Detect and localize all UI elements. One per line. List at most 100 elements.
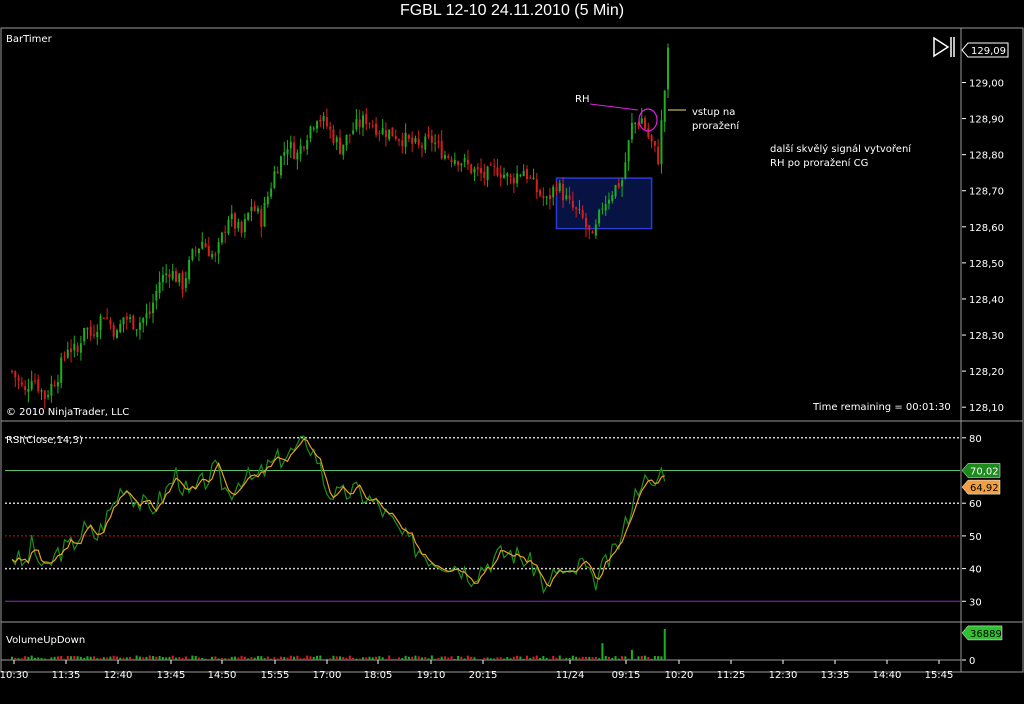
price-candle <box>76 345 79 353</box>
price-candle <box>516 173 519 184</box>
volume-bar <box>335 656 338 660</box>
rsi-axis: 30405060708070,0264,92 <box>961 434 1001 608</box>
volume-bar <box>424 656 427 660</box>
volume-bar <box>460 656 463 660</box>
time-tick-label: 19:10 <box>417 670 446 681</box>
volume-bar <box>575 656 578 660</box>
volume-bar <box>33 657 36 660</box>
volume-bar <box>56 656 59 660</box>
price-candle <box>165 273 168 276</box>
price-candle <box>437 141 440 143</box>
volume-bar <box>516 655 519 660</box>
price-candle <box>148 311 151 315</box>
volume-bar <box>207 658 210 660</box>
price-candle <box>457 161 460 166</box>
skip-end-icon[interactable] <box>933 36 955 58</box>
price-candle <box>434 142 437 144</box>
volume-bar <box>581 656 584 660</box>
volume-bar <box>237 657 240 660</box>
volume-bar <box>43 658 46 660</box>
chart-canvas[interactable]: BarTimer © 2010 NinjaTrader, LLC Time re… <box>0 0 1024 704</box>
price-candle <box>401 140 404 147</box>
volume-bar <box>407 656 410 660</box>
volume-bar <box>447 657 450 660</box>
price-candle <box>424 136 427 150</box>
price-candle <box>460 163 463 166</box>
price-candle <box>152 302 155 314</box>
price-candle <box>611 195 614 201</box>
price-candle <box>650 135 653 142</box>
price-candle <box>302 146 305 149</box>
volume-bar <box>125 657 128 660</box>
price-candle <box>614 185 617 197</box>
rsi-tick-label: 30 <box>969 597 982 608</box>
price-candle <box>204 243 207 248</box>
price-candle <box>499 174 502 178</box>
volume-bar <box>253 657 256 660</box>
price-candle <box>571 200 574 208</box>
volume-bar <box>53 656 56 660</box>
price-candle <box>509 175 512 178</box>
volume-bar <box>499 657 502 660</box>
volume-bar <box>309 656 312 660</box>
time-tick-label: 11/24 <box>556 670 585 681</box>
price-candle <box>332 129 335 143</box>
price-candle <box>562 183 565 201</box>
rsi-value-label: 70,02 <box>970 466 999 477</box>
price-candle <box>594 224 597 236</box>
volume-bar <box>522 658 525 660</box>
volume-bar <box>148 655 151 660</box>
volume-bar <box>565 657 568 660</box>
volume-bar <box>483 657 486 660</box>
price-candle <box>253 205 256 211</box>
price-tick-label: 128,80 <box>969 151 1004 162</box>
price-candle <box>339 137 341 154</box>
volume-bar <box>634 658 637 660</box>
price-candle <box>621 180 624 187</box>
price-candle <box>260 209 263 227</box>
volume-bar <box>60 656 63 660</box>
volume-bar <box>650 658 653 660</box>
price-candle <box>276 171 279 174</box>
price-candle <box>463 158 466 162</box>
volume-bar <box>201 657 204 660</box>
time-tick-label: 13:35 <box>821 670 850 681</box>
volume-bar <box>158 655 161 660</box>
time-tick-label: 14:40 <box>873 670 902 681</box>
price-candle <box>483 171 486 178</box>
price-candle <box>50 383 53 396</box>
volume-bar <box>89 656 92 660</box>
last-volume-label: 36889 <box>970 629 1002 640</box>
price-candle <box>227 219 230 234</box>
price-candle <box>473 168 476 173</box>
volume-bar <box>63 658 66 660</box>
price-candle <box>319 119 322 122</box>
price-candle <box>601 208 604 210</box>
last-price-label: 129,09 <box>971 46 1006 57</box>
price-candle <box>476 167 479 170</box>
volume-bar <box>361 657 364 660</box>
volume-bar <box>355 658 358 660</box>
volume-bar <box>398 657 401 660</box>
rsi-tick-label: 40 <box>969 565 982 576</box>
price-candle <box>299 145 302 155</box>
note-label-2: RH po proražení CG <box>770 157 868 169</box>
price-candle <box>565 195 568 200</box>
volume-bar <box>270 658 273 660</box>
price-candle <box>37 379 40 391</box>
volume-bar <box>480 658 483 660</box>
price-candle <box>53 385 56 387</box>
price-tick-label: 128,10 <box>969 403 1004 414</box>
price-candle <box>93 334 95 336</box>
volume-bar <box>37 657 40 660</box>
price-candle <box>352 130 355 134</box>
volume-bar <box>171 655 174 660</box>
price-candle <box>398 139 401 141</box>
price-candle <box>178 273 181 283</box>
price-candle <box>381 128 384 135</box>
volume-bar <box>14 657 17 660</box>
price-candle <box>407 135 410 139</box>
price-candle <box>247 212 250 220</box>
price-candle <box>263 202 266 227</box>
volume-bar <box>312 656 315 660</box>
